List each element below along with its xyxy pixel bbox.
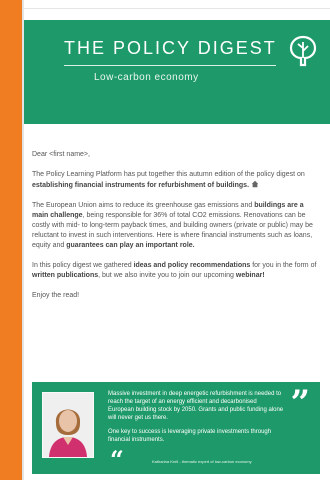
ideas-link[interactable]: ideas and policy recommendations — [134, 262, 251, 269]
header-subtitle: Low-carbon economy — [94, 72, 199, 83]
quote-line-1: Massive investment in deep energetic ref… — [108, 391, 284, 421]
invite-text-3: , but we also invite you to join our upc… — [98, 272, 236, 279]
context-text-1: The European Union aims to reduce its gr… — [32, 202, 255, 209]
header-banner: THE POLICY DIGEST Low-carbon economy — [24, 20, 330, 124]
invite-text-2: for you in the form of — [250, 262, 317, 269]
invite-paragraph: In this policy digest we gathered ideas … — [32, 261, 320, 281]
house-icon — [251, 180, 259, 188]
intro-highlight: establishing financial instruments for r… — [32, 182, 250, 189]
quote-text: Massive investment in deep energetic ref… — [108, 390, 284, 450]
context-paragraph: The European Union aims to reduce its gr… — [32, 201, 320, 251]
quote-author: Katharina Krell - thematic expert of low… — [152, 459, 252, 464]
publications-link[interactable]: written publications — [32, 272, 98, 279]
email-body: Dear <first name>, The Policy Learning P… — [32, 150, 320, 311]
left-accent-bar — [0, 0, 32, 480]
avatar — [42, 392, 94, 458]
intro-paragraph: The Policy Learning Platform has put tog… — [32, 170, 320, 191]
quote-box: Massive investment in deep energetic ref… — [32, 382, 320, 474]
greeting: Dear <first name>, — [32, 151, 90, 158]
person-portrait-icon — [43, 393, 93, 457]
context-highlight-2: guarantees can play an important role. — [66, 242, 195, 249]
closing-line: Enjoy the read! — [32, 292, 80, 299]
header-title: THE POLICY DIGEST — [64, 38, 277, 58]
header-divider — [64, 65, 276, 66]
quote-line-2: One key to success is leveraging private… — [108, 429, 272, 443]
close-quote-icon: ” — [290, 383, 310, 423]
top-strip — [24, 0, 330, 9]
invite-text-1: In this policy digest we gathered — [32, 262, 134, 269]
tree-icon — [289, 35, 317, 67]
open-quote-icon: “ — [110, 445, 124, 474]
webinar-link[interactable]: webinar! — [236, 272, 265, 279]
intro-text: The Policy Learning Platform has put tog… — [32, 171, 305, 178]
newsletter-sheet: THE POLICY DIGEST Low-carbon economy Dea… — [24, 0, 330, 480]
